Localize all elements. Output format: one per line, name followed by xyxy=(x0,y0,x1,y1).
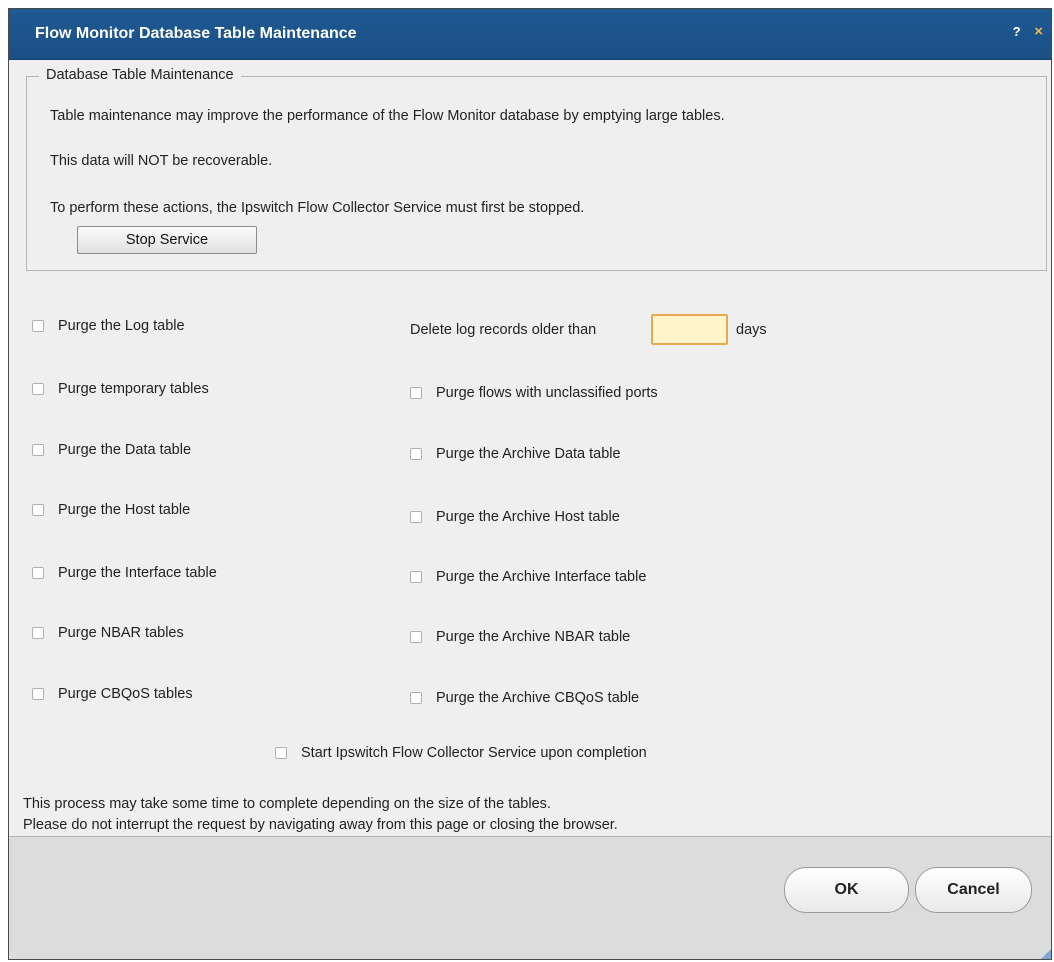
close-icon[interactable]: × xyxy=(1034,23,1043,40)
maintenance-dialog: Flow Monitor Database Table Maintenance … xyxy=(8,8,1052,960)
purge-interface-checkbox[interactable] xyxy=(32,567,44,579)
purge-unclassified-ports-label: Purge flows with unclassified ports xyxy=(436,385,658,401)
purge-data-checkbox[interactable] xyxy=(32,444,44,456)
stop-service-button[interactable]: Stop Service xyxy=(77,226,257,254)
purge-nbar-label: Purge NBAR tables xyxy=(58,625,184,641)
resize-grip[interactable] xyxy=(1041,949,1051,959)
info-text-warning: This data will NOT be recoverable. xyxy=(50,153,273,169)
database-maintenance-group: Database Table Maintenance Table mainten… xyxy=(26,67,1047,271)
purge-nbar-checkbox[interactable] xyxy=(32,627,44,639)
note-do-not-interrupt: Please do not interrupt the request by n… xyxy=(23,817,618,833)
purge-log-label: Purge the Log table xyxy=(58,318,185,334)
purge-unclassified-ports-checkbox[interactable] xyxy=(410,387,422,399)
purge-log-checkbox[interactable] xyxy=(32,320,44,332)
purge-temporary-label: Purge temporary tables xyxy=(58,381,209,397)
start-service-checkbox[interactable] xyxy=(275,747,287,759)
cancel-button[interactable]: Cancel xyxy=(915,867,1032,913)
start-service-label: Start Ipswitch Flow Collector Service up… xyxy=(301,745,647,761)
purge-data-label: Purge the Data table xyxy=(58,442,192,458)
log-days-input[interactable] xyxy=(651,314,728,345)
purge-archive-host-checkbox[interactable] xyxy=(410,511,422,523)
note-duration: This process may take some time to compl… xyxy=(23,796,551,812)
info-text-performance: Table maintenance may improve the perfor… xyxy=(50,108,725,124)
purge-archive-cbqos-label: Purge the Archive CBQoS table xyxy=(436,690,640,706)
purge-archive-cbqos-checkbox[interactable] xyxy=(410,692,422,704)
purge-host-label: Purge the Host table xyxy=(58,502,191,518)
purge-archive-data-label: Purge the Archive Data table xyxy=(436,446,621,462)
dialog-title: Flow Monitor Database Table Maintenance xyxy=(35,25,357,42)
purge-host-checkbox[interactable] xyxy=(32,504,44,516)
dialog-titlebar: Flow Monitor Database Table Maintenance … xyxy=(9,9,1051,60)
ok-button[interactable]: OK xyxy=(784,867,909,913)
info-text-stop-requirement: To perform these actions, the Ipswitch F… xyxy=(50,200,585,216)
log-days-label: Delete log records older than xyxy=(410,322,597,338)
purge-temporary-checkbox[interactable] xyxy=(32,383,44,395)
help-icon[interactable]: ? xyxy=(1013,24,1021,39)
dialog-footer: OK Cancel xyxy=(9,836,1051,959)
purge-interface-label: Purge the Interface table xyxy=(58,565,217,581)
purge-cbqos-checkbox[interactable] xyxy=(32,688,44,700)
purge-archive-nbar-label: Purge the Archive NBAR table xyxy=(436,629,631,645)
purge-cbqos-label: Purge CBQoS tables xyxy=(58,686,193,702)
purge-archive-nbar-checkbox[interactable] xyxy=(410,631,422,643)
purge-archive-host-label: Purge the Archive Host table xyxy=(436,509,620,525)
purge-archive-data-checkbox[interactable] xyxy=(410,448,422,460)
log-days-unit: days xyxy=(736,322,767,338)
title-icons: ? × xyxy=(1003,23,1043,40)
purge-archive-interface-checkbox[interactable] xyxy=(410,571,422,583)
purge-archive-interface-label: Purge the Archive Interface table xyxy=(436,569,647,585)
group-legend: Database Table Maintenance xyxy=(39,67,241,83)
